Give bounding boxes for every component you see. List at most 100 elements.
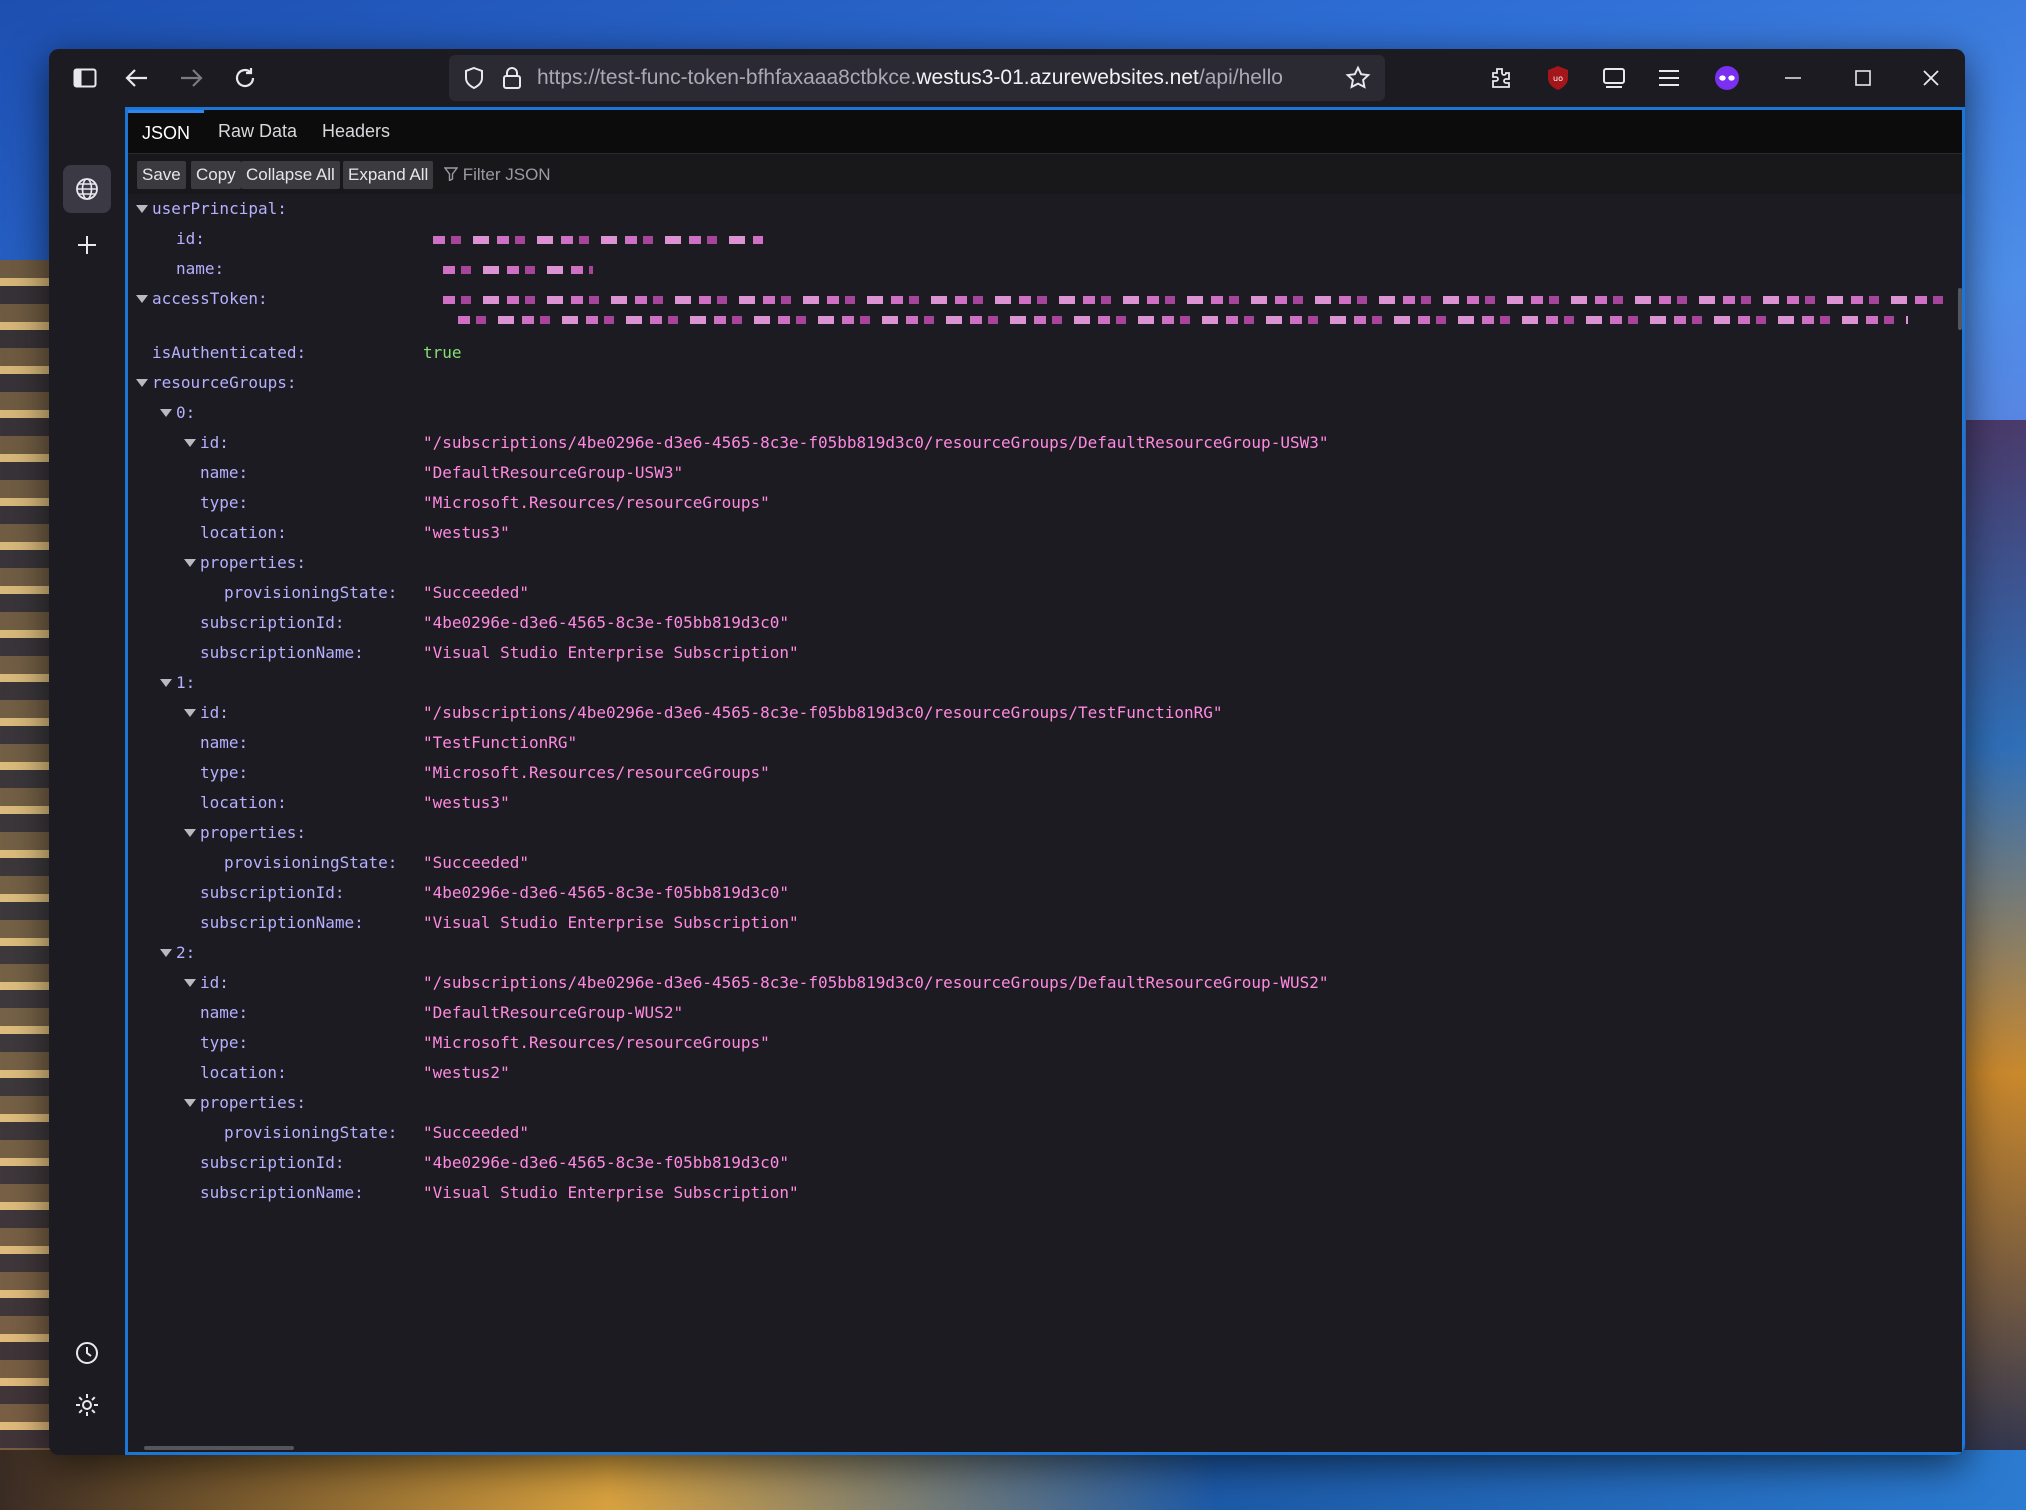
extensions-icon[interactable]	[1481, 59, 1521, 97]
json-row-resourcegroups[interactable]: resourceGroups:	[128, 368, 1962, 398]
copy-button[interactable]: Copy	[191, 161, 241, 189]
json-row-name[interactable]: name: "DefaultResourceGroup-USW3"	[128, 458, 1962, 488]
json-row-subscriptionname[interactable]: subscriptionName: "Visual Studio Enterpr…	[128, 1178, 1962, 1208]
tab-json[interactable]: JSON	[128, 110, 205, 156]
sidebar-toggle-icon[interactable]	[65, 59, 105, 97]
json-tree: userPrincipal: id: name: accessToken: is…	[128, 194, 1962, 1452]
expand-triangle-icon[interactable]	[184, 979, 196, 987]
json-row-subscriptionid[interactable]: subscriptionId: "4be0296e-d3e6-4565-8c3e…	[128, 1148, 1962, 1178]
private-mask-icon[interactable]	[1707, 59, 1747, 97]
url-text[interactable]: https://test-func-token-bfhfaxaaa8ctbkce…	[537, 55, 1283, 101]
json-row-accesstoken[interactable]: accessToken:	[128, 284, 1962, 324]
json-row-subscriptionname[interactable]: subscriptionName: "Visual Studio Enterpr…	[128, 908, 1962, 938]
json-value: "4be0296e-d3e6-4565-8c3e-f05bb819d3c0"	[423, 883, 790, 902]
redacted-value	[433, 236, 763, 244]
tab-overview-icon[interactable]	[1594, 59, 1634, 97]
json-viewer: JSON Raw Data Headers Save Copy Collapse…	[125, 107, 1965, 1455]
lock-icon[interactable]	[493, 59, 531, 97]
json-row-location[interactable]: location: "westus3"	[128, 518, 1962, 548]
json-value: "westus2"	[423, 1063, 510, 1082]
json-row-properties[interactable]: properties:	[128, 818, 1962, 848]
settings-gear-icon[interactable]	[63, 1381, 111, 1429]
json-row-group-index[interactable]: 0:	[128, 398, 1962, 428]
filter-json-input[interactable]: Filter JSON	[443, 161, 551, 189]
json-row-type[interactable]: type: "Microsoft.Resources/resourceGroup…	[128, 758, 1962, 788]
history-clock-icon[interactable]	[63, 1329, 111, 1377]
json-row-userprincipal[interactable]: userPrincipal:	[128, 194, 1962, 224]
tab-raw-data[interactable]: Raw Data	[204, 110, 311, 153]
expand-triangle-icon[interactable]	[136, 379, 148, 387]
expand-triangle-icon[interactable]	[184, 829, 196, 837]
vertical-scrollbar[interactable]	[1958, 288, 1962, 330]
json-value: "Succeeded"	[423, 583, 529, 602]
json-row-type[interactable]: type: "Microsoft.Resources/resourceGroup…	[128, 1028, 1962, 1058]
maximize-icon[interactable]	[1843, 59, 1883, 97]
new-tab-plus-icon[interactable]	[63, 221, 111, 269]
json-row-subscriptionid[interactable]: subscriptionId: "4be0296e-d3e6-4565-8c3e…	[128, 608, 1962, 638]
forward-icon[interactable]	[171, 59, 211, 97]
json-key: provisioningState:	[224, 1123, 398, 1142]
json-row-provisioningstate[interactable]: provisioningState: "Succeeded"	[128, 578, 1962, 608]
save-button[interactable]: Save	[137, 161, 186, 189]
json-row-userprincipal-id[interactable]: id:	[128, 224, 1962, 254]
json-row-provisioningstate[interactable]: provisioningState: "Succeeded"	[128, 848, 1962, 878]
back-icon[interactable]	[117, 59, 157, 97]
json-row-userprincipal-name[interactable]: name:	[128, 254, 1962, 284]
expand-triangle-icon[interactable]	[184, 439, 196, 447]
json-row-group-index[interactable]: 2:	[128, 938, 1962, 968]
json-key: name:	[200, 733, 249, 752]
json-key: properties:	[200, 1093, 306, 1112]
json-value: "/subscriptions/4be0296e-d3e6-4565-8c3e-…	[423, 703, 1223, 722]
expand-triangle-icon[interactable]	[136, 295, 148, 303]
json-value: "TestFunctionRG"	[423, 733, 578, 752]
reload-icon[interactable]	[225, 59, 265, 97]
json-row-name[interactable]: name: "TestFunctionRG"	[128, 728, 1962, 758]
json-row-subscriptionid[interactable]: subscriptionId: "4be0296e-d3e6-4565-8c3e…	[128, 878, 1962, 908]
json-row-subscriptionname[interactable]: subscriptionName: "Visual Studio Enterpr…	[128, 638, 1962, 668]
close-icon[interactable]	[1911, 59, 1951, 97]
active-tab-globe-icon[interactable]	[63, 165, 111, 213]
json-value: "DefaultResourceGroup-USW3"	[423, 463, 684, 482]
title-bar: https://test-func-token-bfhfaxaaa8ctbkce…	[49, 49, 1965, 107]
json-row-properties[interactable]: properties:	[128, 1088, 1962, 1118]
expand-triangle-icon[interactable]	[184, 1099, 196, 1107]
json-value: "Succeeded"	[423, 853, 529, 872]
collapse-all-button[interactable]: Collapse All	[241, 161, 340, 189]
tab-headers[interactable]: Headers	[308, 110, 404, 153]
bookmark-star-icon[interactable]	[1339, 59, 1377, 97]
json-key: location:	[200, 793, 287, 812]
json-row-name[interactable]: name: "DefaultResourceGroup-WUS2"	[128, 998, 1962, 1028]
json-row-group-index[interactable]: 1:	[128, 668, 1962, 698]
minimize-icon[interactable]	[1773, 59, 1813, 97]
expand-triangle-icon[interactable]	[136, 205, 148, 213]
json-row-id[interactable]: id: "/subscriptions/4be0296e-d3e6-4565-8…	[128, 428, 1962, 458]
json-value: "westus3"	[423, 793, 510, 812]
json-row-location[interactable]: location: "westus2"	[128, 1058, 1962, 1088]
expand-triangle-icon[interactable]	[160, 409, 172, 417]
json-row-id[interactable]: id: "/subscriptions/4be0296e-d3e6-4565-8…	[128, 698, 1962, 728]
browser-window: https://test-func-token-bfhfaxaaa8ctbkce…	[49, 49, 1965, 1455]
ublock-icon[interactable]: uo	[1538, 59, 1578, 97]
horizontal-scrollbar[interactable]	[144, 1446, 294, 1450]
json-key: location:	[200, 1063, 287, 1082]
json-key: 0:	[176, 403, 196, 422]
json-row-type[interactable]: type: "Microsoft.Resources/resourceGroup…	[128, 488, 1962, 518]
expand-triangle-icon[interactable]	[160, 679, 172, 687]
menu-icon[interactable]	[1649, 59, 1689, 97]
wallpaper-right	[1966, 420, 2026, 1510]
filter-placeholder: Filter JSON	[462, 165, 551, 184]
json-row-isauthenticated[interactable]: isAuthenticated: true	[128, 338, 1962, 368]
expand-triangle-icon[interactable]	[184, 559, 196, 567]
expand-triangle-icon[interactable]	[160, 949, 172, 957]
json-row-id[interactable]: id: "/subscriptions/4be0296e-d3e6-4565-8…	[128, 968, 1962, 998]
json-row-location[interactable]: location: "westus3"	[128, 788, 1962, 818]
expand-triangle-icon[interactable]	[184, 709, 196, 717]
json-key: subscriptionName:	[200, 913, 364, 932]
shield-icon[interactable]	[455, 59, 493, 97]
address-bar[interactable]: https://test-func-token-bfhfaxaaa8ctbkce…	[449, 55, 1385, 101]
json-row-properties[interactable]: properties:	[128, 548, 1962, 578]
url-host: westus3-01.azurewebsites.net	[916, 66, 1199, 89]
json-key: resourceGroups:	[152, 373, 297, 392]
json-row-provisioningstate[interactable]: provisioningState: "Succeeded"	[128, 1118, 1962, 1148]
expand-all-button[interactable]: Expand All	[343, 161, 434, 189]
